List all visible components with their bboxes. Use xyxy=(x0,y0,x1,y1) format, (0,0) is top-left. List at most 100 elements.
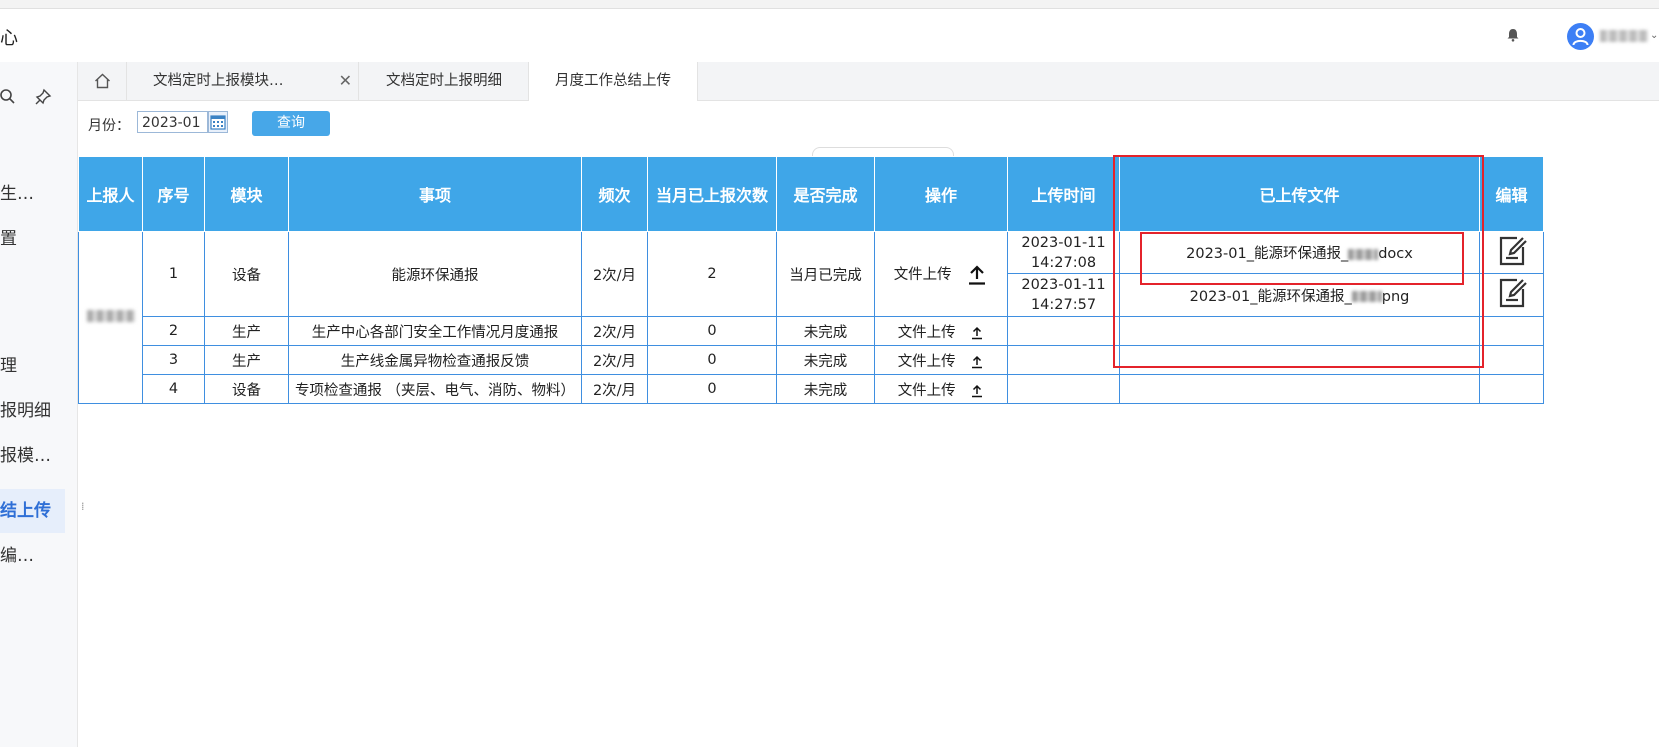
table-row: 1 设备 能源环保通报 2次/月 2 当月已完成 文件上传 2023-01-11… xyxy=(78,231,1544,404)
freq-cell: 2次/月 xyxy=(581,345,648,375)
col-header[interactable]: 已上传文件 xyxy=(1119,156,1480,232)
action-cell: 文件上传 xyxy=(874,231,1008,317)
sidebar-item-1[interactable]: 置 xyxy=(0,217,65,261)
done-cell: 未完成 xyxy=(776,345,875,375)
freq-cell: 2次/月 xyxy=(581,374,648,404)
sidebar-item-4[interactable]: 报模… xyxy=(0,434,65,478)
col-header[interactable]: 模块 xyxy=(204,156,289,232)
decorative-arc xyxy=(812,147,954,156)
report-table: 上报人 序号 模块 事项 频次 当月已上报次数 是否完成 操作 上传时间 已上传… xyxy=(78,156,1544,404)
upload-time-cell xyxy=(1007,374,1120,404)
uploaded-file-link[interactable]: 2023-01_能源环保通报_ docx xyxy=(1186,246,1413,262)
bell-icon[interactable] xyxy=(1506,28,1520,42)
edit-icon[interactable] xyxy=(1497,277,1527,309)
uploaded-file-cell: 2023-01_能源环保通报_ docx xyxy=(1119,231,1480,274)
reporter-blurred xyxy=(86,309,135,322)
user-icon xyxy=(1572,28,1589,46)
col-header[interactable]: 当月已上报次数 xyxy=(647,156,777,232)
uploaded-file-cell xyxy=(1119,316,1480,346)
upload-icon[interactable] xyxy=(970,384,984,398)
top-bar: 心 ⌄ xyxy=(0,0,1659,63)
col-header[interactable]: 操作 xyxy=(874,156,1008,232)
uploaded-file-cell xyxy=(1119,374,1480,404)
calendar-icon[interactable] xyxy=(208,111,228,133)
tab-label: 文档定时上报明细 xyxy=(386,73,502,89)
module-cell: 生产 xyxy=(204,316,289,346)
index-cell: 4 xyxy=(142,374,205,404)
blurred-text xyxy=(1348,248,1379,260)
month-input[interactable]: 2023-01 xyxy=(137,111,208,133)
sidebar-item-2[interactable]: 理 xyxy=(0,344,65,388)
item-cell: 生产线金属异物检查通报反馈 xyxy=(288,345,582,375)
sidebar: 生… 置 理 报明细 报模… 结上传 编… xyxy=(0,62,78,747)
sidebar-item-6[interactable]: 编… xyxy=(0,534,65,578)
col-header[interactable]: 频次 xyxy=(581,156,648,232)
upload-icon[interactable] xyxy=(970,326,984,340)
search-icon[interactable] xyxy=(0,88,16,104)
pin-icon[interactable] xyxy=(35,88,52,105)
col-header[interactable]: 上传时间 xyxy=(1007,156,1120,232)
tab-bar: 文档定时上报模块… ✕ 文档定时上报明细 月度工作总结上传 xyxy=(78,62,1659,101)
module-cell: 设备 xyxy=(204,374,289,404)
tab-home[interactable] xyxy=(78,62,127,100)
tab-label: 文档定时上报模块… xyxy=(153,73,284,89)
upload-link[interactable]: 文件上传 xyxy=(898,383,956,399)
col-header[interactable]: 编辑 xyxy=(1479,156,1544,232)
upload-link[interactable]: 文件上传 xyxy=(898,354,956,370)
reporter-cell xyxy=(78,231,143,404)
edit-cell xyxy=(1479,316,1544,346)
done-cell: 未完成 xyxy=(776,316,875,346)
upload-icon[interactable] xyxy=(966,264,988,286)
app-title: 心 xyxy=(0,28,18,49)
tab-monthly-summary[interactable]: 月度工作总结上传 xyxy=(529,62,698,101)
table-header-row: 上报人 序号 模块 事项 频次 当月已上报次数 是否完成 操作 上传时间 已上传… xyxy=(78,156,1544,232)
username-blurred[interactable] xyxy=(1600,30,1648,42)
count-cell: 0 xyxy=(647,374,777,404)
query-button[interactable]: 查询 xyxy=(252,111,330,136)
uploaded-file-link[interactable]: 2023-01_能源环保通报_ png xyxy=(1190,289,1410,305)
upload-time-cell: 2023-01-11 14:27:08 xyxy=(1007,231,1120,274)
edit-cell xyxy=(1479,273,1544,317)
done-cell: 未完成 xyxy=(776,374,875,404)
upload-icon[interactable] xyxy=(970,355,984,369)
action-cell: 文件上传 xyxy=(874,345,1008,375)
freq-cell: 2次/月 xyxy=(581,316,648,346)
sidebar-item-5-active[interactable]: 结上传 xyxy=(0,489,65,533)
resize-handle[interactable]: ⁞ xyxy=(81,500,85,513)
col-header[interactable]: 序号 xyxy=(142,156,205,232)
tab-report-detail[interactable]: 文档定时上报明细 xyxy=(360,62,529,100)
table-row: 4 设备 专项检查通报 （夹层、电气、消防、物料） 2次/月 0 未完成 文件上… xyxy=(79,374,1544,404)
table-row: 2 生产 生产中心各部门安全工作情况月度通报 2次/月 0 未完成 文件上传 xyxy=(79,316,1544,346)
tab-label: 月度工作总结上传 xyxy=(555,73,671,89)
index-cell: 2 xyxy=(142,316,205,346)
table-row: 3 生产 生产线金属异物检查通报反馈 2次/月 0 未完成 文件上传 xyxy=(79,345,1544,375)
sidebar-item-3[interactable]: 报明细 xyxy=(0,389,65,433)
col-header[interactable]: 事项 xyxy=(288,156,582,232)
uploaded-file-cell: 2023-01_能源环保通报_ png xyxy=(1119,273,1480,317)
chevron-down-icon[interactable]: ⌄ xyxy=(1650,30,1658,41)
browser-strip xyxy=(0,0,1659,9)
item-cell: 生产中心各部门安全工作情况月度通报 xyxy=(288,316,582,346)
module-cell: 生产 xyxy=(204,345,289,375)
uploaded-file-cell xyxy=(1119,345,1480,375)
edit-cell xyxy=(1479,374,1544,404)
blurred-text xyxy=(1351,291,1382,302)
sidebar-item-0[interactable]: 生… xyxy=(0,172,65,216)
col-header[interactable]: 是否完成 xyxy=(776,156,875,232)
action-cell: 文件上传 xyxy=(874,316,1008,346)
edit-cell xyxy=(1479,345,1544,375)
upload-link[interactable]: 文件上传 xyxy=(898,325,956,341)
count-cell: 0 xyxy=(647,316,777,346)
edit-cell xyxy=(1479,231,1544,274)
edit-icon[interactable] xyxy=(1497,235,1527,267)
close-icon[interactable]: ✕ xyxy=(339,62,352,100)
action-cell: 文件上传 xyxy=(874,374,1008,404)
upload-link[interactable]: 文件上传 xyxy=(894,267,952,283)
index-cell: 3 xyxy=(142,345,205,375)
avatar[interactable] xyxy=(1567,23,1594,50)
upload-time-cell xyxy=(1007,316,1120,346)
index-cell: 1 xyxy=(142,231,205,317)
col-header[interactable]: 上报人 xyxy=(78,156,143,232)
item-cell: 能源环保通报 xyxy=(288,231,582,317)
tab-report-module[interactable]: 文档定时上报模块… ✕ xyxy=(127,62,359,100)
